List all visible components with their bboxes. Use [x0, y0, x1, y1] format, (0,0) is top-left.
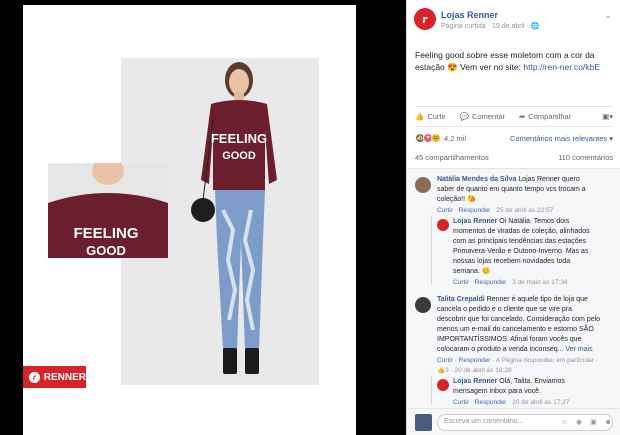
model-figure: FEELING GOOD	[191, 62, 277, 374]
comment-extra: · A Página respondeu em particular ·	[490, 357, 598, 364]
post-sidebar: r Lojas Renner Página curtida · 19 de ab…	[406, 0, 620, 435]
comment-reply-link[interactable]: Responder	[459, 357, 491, 364]
post-meta: Página curtida · 19 de abril · 🌐	[441, 22, 540, 30]
sweater-text-2: GOOD	[222, 150, 256, 162]
photo-viewer: FEELING GOOD FEELING GOOD r RENNER r Loj…	[0, 0, 620, 435]
page-picker-icon: ▣▾	[602, 111, 613, 121]
page-name-link[interactable]: Lojas Renner	[441, 10, 498, 20]
post-caption: Feeling good sobre esse moletom com a co…	[415, 49, 615, 73]
comment-time: · 20 de abril às 16:28	[448, 367, 512, 374]
comment-author[interactable]: Natália Mendes da Silva	[437, 176, 516, 183]
like-count-icon: 👍	[437, 367, 446, 374]
comment: Talita Crepaldi Renner é aquele tipo de …	[437, 295, 602, 376]
audience-selector[interactable]: ▣▾	[602, 112, 613, 121]
comment-reply-link[interactable]: Responder	[475, 399, 507, 406]
comment-reply: Lojas Renner Olá, Talita. Enviamos mensa…	[453, 377, 598, 408]
thread-line	[431, 215, 432, 285]
thread-line	[431, 375, 432, 405]
avatar[interactable]	[415, 297, 431, 313]
haha-reaction-icon: 😆	[431, 133, 441, 143]
comment-footer: Curtir · Responder · 25 de abril às 22:5…	[437, 207, 554, 214]
share-icon: ➦	[518, 111, 526, 121]
globe-icon: 🌐	[530, 23, 540, 30]
like-label: Curtir	[427, 111, 446, 121]
comment: Natália Mendes da Silva Lojas Renner que…	[437, 175, 597, 216]
reactions-count[interactable]: 4,2 mil	[444, 134, 466, 143]
comment-time: · 20 de abril às 17:27	[506, 399, 570, 406]
comments-count[interactable]: 110 comentários	[558, 153, 613, 162]
comment-author[interactable]: Talita Crepaldi	[437, 296, 485, 303]
composer-emoji-icons[interactable]: ☺ ◉ ▣ ☻	[561, 418, 615, 426]
see-more-link[interactable]: Ver mais	[565, 346, 592, 353]
post-counts: 45 compartilhamentos 110 comentários	[415, 153, 613, 162]
comment-text: Oi Natália. Temos dois momentos de virad…	[453, 218, 590, 275]
comment-reply-link[interactable]: Responder	[475, 279, 507, 286]
page-avatar[interactable]: r	[414, 8, 436, 30]
comment-reply-link[interactable]: Responder	[459, 207, 491, 214]
comment-placeholder: Escreva um comentário...	[444, 418, 524, 425]
post-header: r Lojas Renner Página curtida · 19 de ab…	[414, 8, 614, 40]
comment-author[interactable]: Lojas Renner	[453, 378, 497, 385]
post-actions: 👍 Curtir 💬 Comentar ➦ Compartilhar ▣▾	[415, 108, 613, 124]
like-button[interactable]: 👍 Curtir	[415, 112, 446, 121]
comment-time: · 3 de maio às 17:34	[506, 279, 568, 286]
caption-link[interactable]: http://ren-ner.co/kbE	[523, 62, 600, 72]
inset-text-2: GOOD	[86, 243, 126, 258]
comment-like-link[interactable]: Curtir	[437, 207, 453, 214]
comment-button[interactable]: 💬 Comentar	[460, 112, 505, 121]
avatar[interactable]	[415, 177, 431, 193]
share-label: Compartilhar	[528, 111, 572, 121]
comment-text: Renner é aquele tipo de loja que cancela…	[437, 296, 601, 353]
avatar[interactable]	[437, 379, 449, 391]
post-photo[interactable]: FEELING GOOD FEELING GOOD r RENNER	[23, 5, 356, 435]
comment-like-link[interactable]: Curtir	[453, 399, 469, 406]
detail-inset: FEELING GOOD	[48, 163, 168, 258]
comment-author[interactable]: Lojas Renner	[453, 218, 497, 225]
divider	[415, 126, 613, 127]
brand-label: RENNER	[43, 371, 86, 383]
post-meta-text: Página curtida · 19 de abril ·	[441, 23, 531, 30]
comment-composer: Escreva um comentário... ☺ ◉ ▣ ☻	[407, 408, 620, 435]
comments-list: Natália Mendes da Silva Lojas Renner que…	[407, 168, 620, 408]
comment-like-link[interactable]: Curtir	[437, 357, 453, 364]
thumbs-up-icon: 👍	[415, 111, 425, 121]
comment-icon: 💬	[459, 111, 470, 121]
relevance-dropdown[interactable]: Comentários mais relevantes ▾	[510, 134, 613, 143]
renner-mark-icon: r	[29, 371, 40, 383]
inset-text-1: FEELING	[73, 225, 138, 242]
sweater-text-1: FEELING	[211, 131, 267, 146]
share-button[interactable]: ➦ Compartilhar	[519, 112, 571, 121]
divider	[415, 106, 613, 107]
user-avatar	[415, 414, 432, 431]
comment-footer: Curtir · Responder · 20 de abril às 17:2…	[453, 399, 570, 406]
avatar[interactable]	[437, 219, 449, 231]
comment-label: Comentar	[472, 111, 505, 121]
renner-logo: r RENNER	[23, 366, 86, 388]
shares-count[interactable]: 45 compartilhamentos	[415, 153, 489, 162]
comment-like-link[interactable]: Curtir	[453, 279, 469, 286]
comment-footer: Curtir · Responder · 3 de maio às 17:34	[453, 279, 568, 286]
comment-reply: Lojas Renner Oi Natália. Temos dois mome…	[453, 217, 598, 288]
reactions-bar: 👍 ♥ 😆 4,2 mil Comentários mais relevante…	[415, 130, 613, 146]
comment-footer: Curtir · Responder · A Página respondeu …	[437, 357, 598, 374]
comment-time: · 25 de abril às 22:57	[490, 207, 554, 214]
chevron-down-icon[interactable]: ⌄	[604, 10, 612, 21]
